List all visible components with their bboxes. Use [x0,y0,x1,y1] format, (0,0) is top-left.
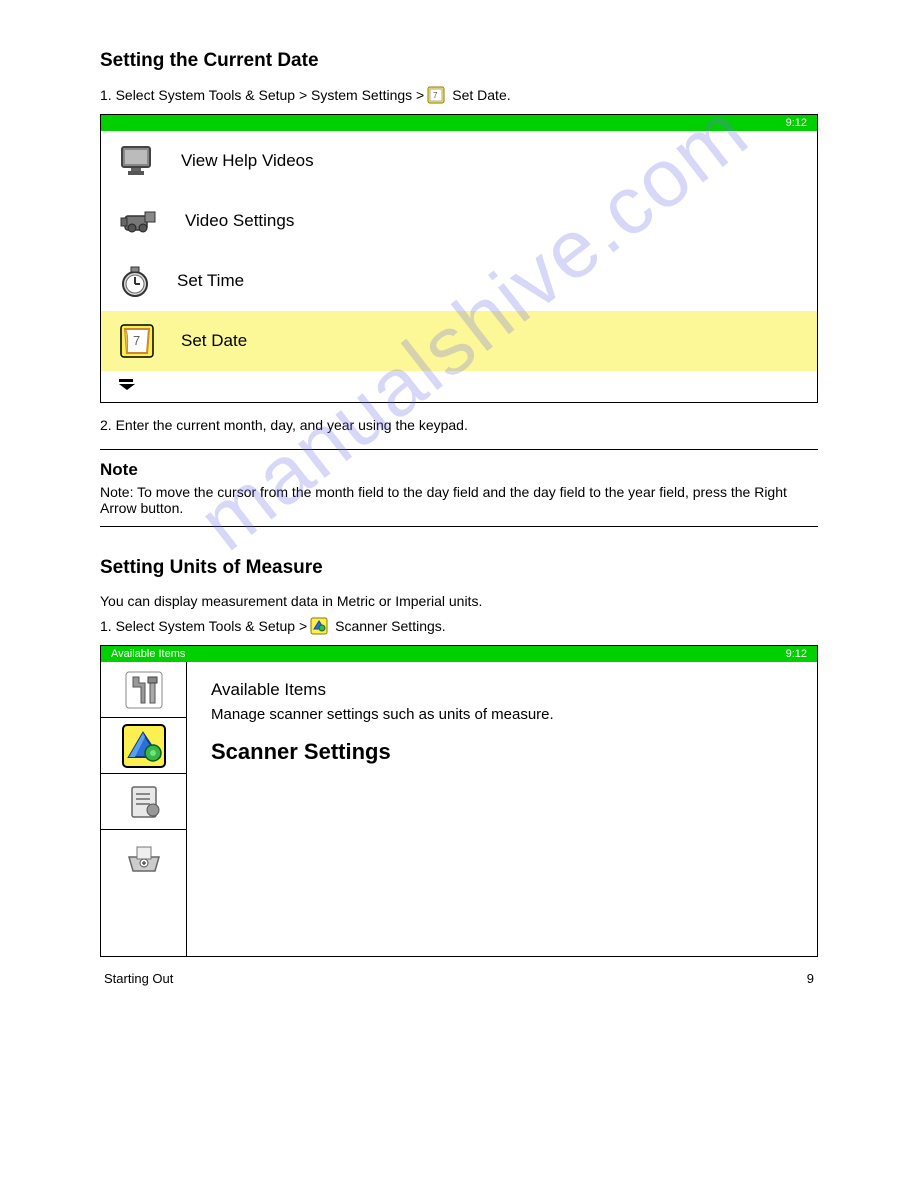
calendar-icon: 7 [427,86,445,104]
panel-time: 9:12 [786,117,807,129]
content-action: Scanner Settings [211,739,793,765]
scanner-settings-large-icon [121,723,167,769]
svg-text:7: 7 [133,333,140,348]
panel-header: 9:12 [101,115,817,131]
step1-pre-text: 1. Select System Tools & Setup > System … [100,87,424,103]
content-title: Available Items [211,680,793,700]
sidebar-tools[interactable] [101,662,186,718]
sidebar [101,662,187,956]
row-label: View Help Videos [181,151,314,171]
step1-post-text: Scanner Settings. [335,618,446,634]
row-label: Video Settings [185,211,294,231]
sidebar-reports[interactable] [101,774,186,830]
sidebar-scanner-settings[interactable] [101,718,186,774]
note-block: Note Note: To move the cursor from the m… [100,449,818,527]
sidebar-print[interactable] [101,830,186,886]
row-label: Set Time [177,271,244,291]
row-label: Set Date [181,331,247,351]
report-icon [124,782,164,822]
scanner-panel: Available Items 9:12 Available Items Man… [100,645,818,957]
hammer-wrench-icon [123,669,165,711]
panel-head-right: 9:12 [786,648,807,660]
content-desc: Manage scanner settings such as units of… [211,706,793,723]
step1-post-text: Set Date. [452,87,510,103]
panel-content: Available Items Manage scanner settings … [187,662,817,956]
scroll-down-indicator [101,371,125,402]
section2-step1: 1. Select System Tools & Setup > Scanner… [100,617,818,635]
note-body: Note: To move the cursor from the month … [100,484,818,516]
row-help-videos[interactable]: View Help Videos [101,131,817,191]
footer-left: Starting Out [104,971,173,986]
settings-panel: 9:12 View Help Videos Video Settings Set… [100,114,818,403]
section1-step2: 2. Enter the current month, day, and yea… [100,417,818,433]
section2-title: Setting Units of Measure [100,557,818,579]
print-icon [123,839,165,877]
row-set-time[interactable]: Set Time [101,251,817,311]
monitor-icon [119,144,155,178]
row-set-date[interactable]: 7 Set Date [101,311,817,371]
section1-step1: 1. Select System Tools & Setup > System … [100,86,818,104]
row-video-settings[interactable]: Video Settings [101,191,817,251]
panel-head-left: Available Items [111,648,185,660]
footer-right: 9 [807,971,814,986]
camcorder-icon [119,206,159,236]
section2-intro: You can display measurement data in Metr… [100,593,818,609]
note-head: Note [100,460,818,480]
step1-pre-text: 1. Select System Tools & Setup > [100,618,307,634]
svg-text:7: 7 [433,91,438,100]
page-footer: Starting Out 9 [100,971,818,986]
scanner-settings-icon [310,617,328,635]
panel-header-2: Available Items 9:12 [101,646,817,662]
section1-title: Setting the Current Date [100,50,818,72]
calendar-large-icon: 7 [119,323,155,359]
clock-icon [119,264,151,298]
